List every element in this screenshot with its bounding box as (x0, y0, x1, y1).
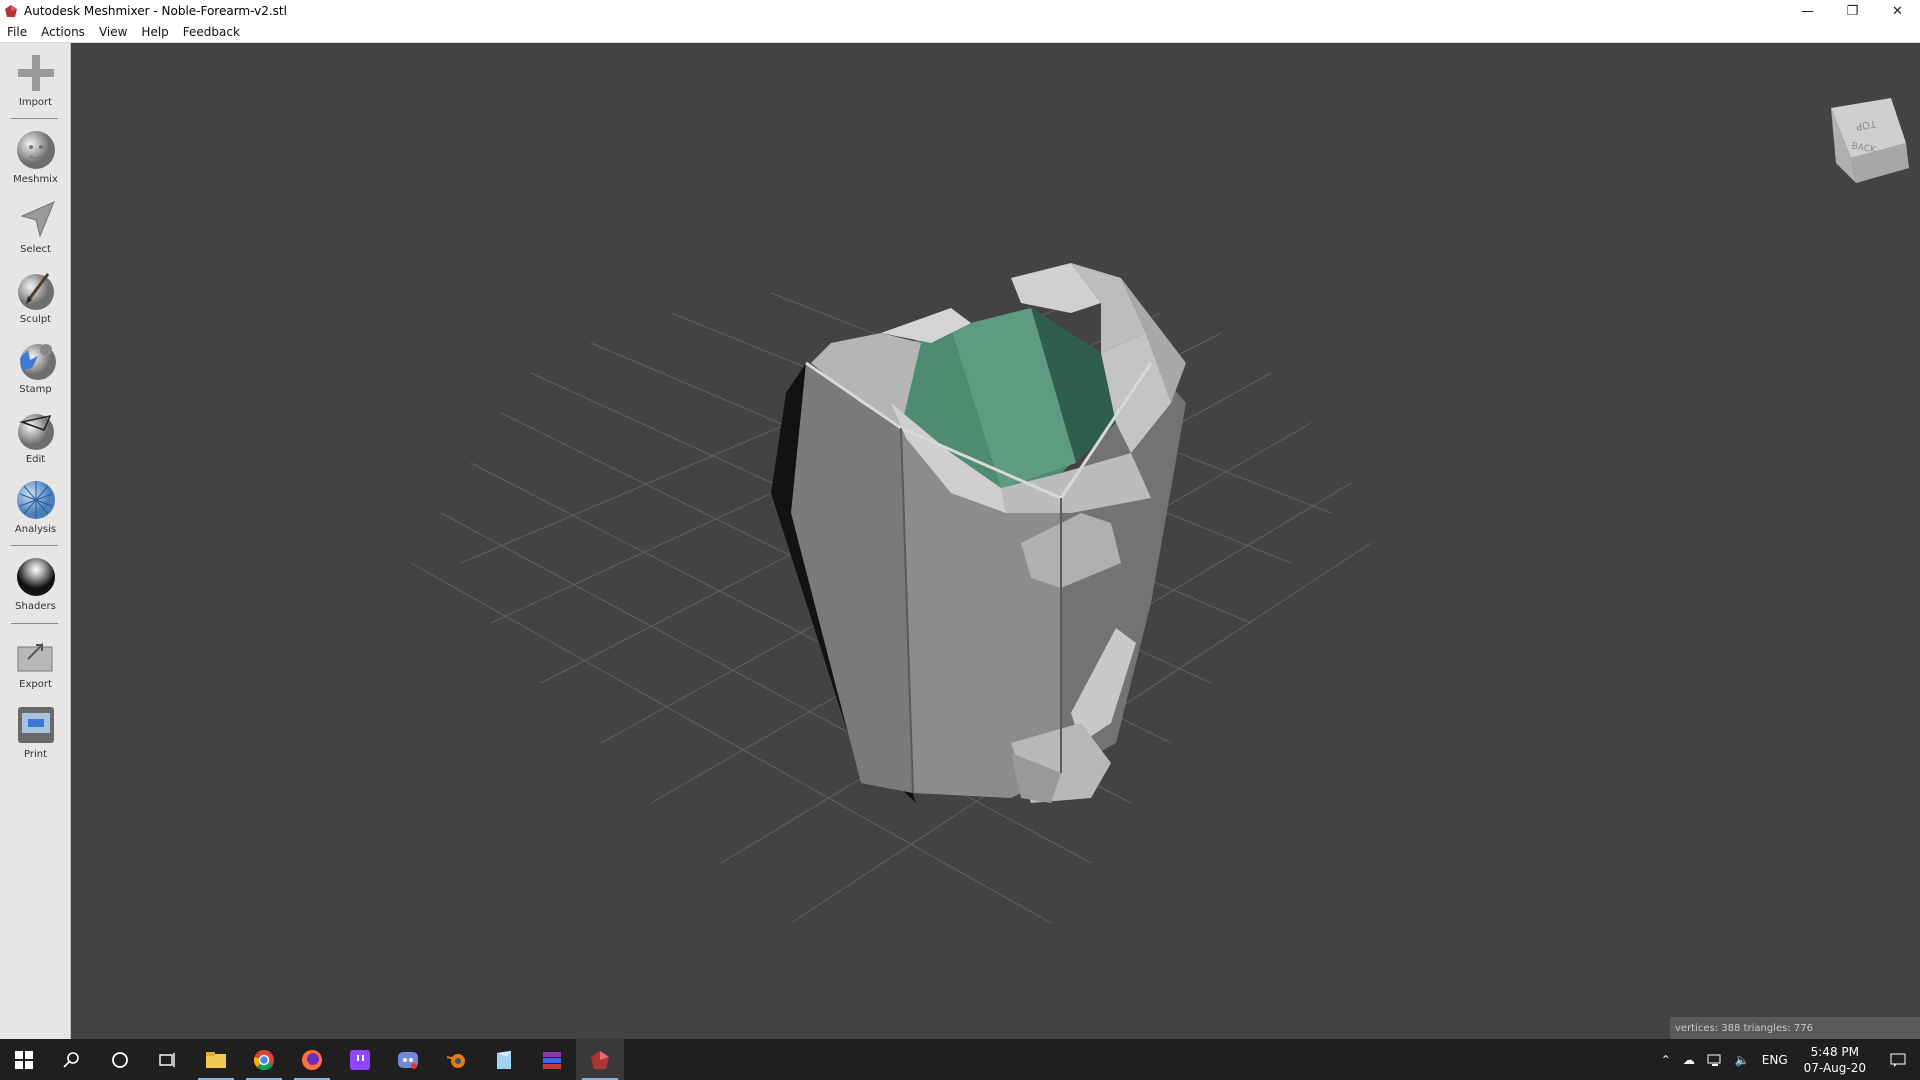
tool-label: Export (19, 679, 52, 690)
menu-bar: File Actions View Help Feedback (0, 22, 1920, 43)
3d-viewport[interactable]: TOP BACK (71, 43, 1920, 1039)
taskbar: ⌃ ☁ 🔈 ENG 5:48 PM 07-Aug-20 (0, 1039, 1920, 1080)
taskbar-winrar[interactable] (528, 1039, 576, 1080)
tool-label: Sculpt (19, 314, 52, 325)
search-icon (63, 1051, 79, 1068)
tool-label: Select (20, 244, 51, 255)
onedrive-icon[interactable]: ☁ (1677, 1053, 1701, 1067)
notification-icon[interactable] (1876, 1052, 1920, 1068)
taskbar-file-explorer[interactable] (192, 1039, 240, 1080)
menu-feedback[interactable]: Feedback (176, 25, 247, 39)
twitch-icon (350, 1049, 370, 1070)
clock-time: 5:48 PM (1810, 1044, 1859, 1059)
scene: TOP BACK (410, 98, 1909, 924)
meshmixer-logo-icon (5, 5, 17, 17)
chrome-icon (254, 1049, 274, 1070)
discord-icon (398, 1051, 418, 1069)
firefox-icon (302, 1049, 322, 1070)
separator (11, 118, 58, 119)
view-cube[interactable]: TOP BACK (1831, 98, 1909, 183)
tray-chevron-icon[interactable]: ⌃ (1655, 1053, 1677, 1067)
menu-actions[interactable]: Actions (34, 25, 92, 39)
tool-meshmix[interactable]: Meshmix (0, 128, 71, 185)
mesh-stats: vertices: 388 triangles: 776 (1670, 1017, 1920, 1039)
taskbar-meshmixer[interactable] (576, 1039, 624, 1080)
tool-sidebar: Import Meshmix Select Sculpt Stamp Edit … (0, 43, 71, 1039)
tool-select[interactable]: Select (0, 198, 71, 255)
winrar-icon (543, 1051, 561, 1069)
tool-import[interactable]: Import (0, 51, 71, 108)
task-view-icon (159, 1052, 175, 1067)
blender-icon (446, 1053, 465, 1068)
tool-edit[interactable]: Edit (0, 408, 71, 465)
taskbar-discord[interactable] (384, 1039, 432, 1080)
title-bar: Autodesk Meshmixer - Noble-Forearm-v2.st… (0, 0, 1920, 22)
tool-label: Analysis (14, 524, 57, 535)
tool-label: Meshmix (13, 174, 58, 185)
meshmix-ball-icon (16, 131, 55, 169)
export-icon (17, 642, 52, 672)
menu-help[interactable]: Help (134, 25, 175, 39)
taskbar-twitch[interactable] (336, 1039, 384, 1080)
meshmixer-icon (591, 1050, 609, 1069)
tool-export[interactable]: Export (0, 633, 71, 690)
notes-icon (497, 1050, 511, 1069)
forearm-mesh (771, 263, 1186, 803)
tool-label: Edit (25, 454, 46, 465)
print-icon (17, 707, 54, 743)
window-title: Autodesk Meshmixer - Noble-Forearm-v2.st… (24, 4, 287, 18)
tool-sculpt[interactable]: Sculpt (0, 268, 71, 325)
taskbar-notes[interactable] (480, 1039, 528, 1080)
language-indicator[interactable]: ENG (1756, 1053, 1794, 1067)
start-button[interactable] (0, 1039, 48, 1080)
close-button[interactable]: ✕ (1875, 0, 1920, 22)
separator (11, 545, 58, 546)
select-arrow-icon (20, 201, 55, 238)
cortana-icon (112, 1051, 128, 1068)
separator (11, 623, 58, 624)
system-tray: ⌃ ☁ 🔈 ENG 5:48 PM 07-Aug-20 (1655, 1039, 1920, 1080)
taskbar-chrome[interactable] (240, 1039, 288, 1080)
clock[interactable]: 5:48 PM 07-Aug-20 (1794, 1044, 1876, 1076)
stamp-icon (19, 344, 56, 380)
tool-label: Print (23, 749, 47, 760)
start-icon (15, 1050, 33, 1069)
edit-sphere-icon (17, 414, 54, 450)
task-view-button[interactable] (144, 1039, 192, 1080)
volume-icon[interactable]: 🔈 (1729, 1053, 1756, 1067)
cortana-button[interactable] (96, 1039, 144, 1080)
menu-file[interactable]: File (0, 25, 34, 39)
search-button[interactable] (48, 1039, 96, 1080)
tool-label: Shaders (15, 601, 56, 612)
tool-shaders[interactable]: Shaders (0, 555, 71, 612)
tool-stamp[interactable]: Stamp (0, 338, 71, 395)
sculpt-brush-icon (17, 273, 54, 310)
file-explorer-icon (206, 1051, 226, 1068)
analysis-sphere-icon (16, 481, 55, 519)
restore-button[interactable]: ❐ (1830, 0, 1875, 22)
menu-view[interactable]: View (92, 25, 134, 39)
minimize-button[interactable]: — (1785, 0, 1830, 22)
taskbar-firefox[interactable] (288, 1039, 336, 1080)
tool-label: Stamp (19, 384, 52, 395)
network-icon[interactable] (1701, 1053, 1729, 1067)
tool-analysis[interactable]: Analysis (0, 478, 71, 535)
clock-date: 07-Aug-20 (1803, 1060, 1866, 1075)
shaders-ball-icon (16, 558, 55, 596)
tool-label: Import (18, 97, 53, 108)
plus-icon (17, 55, 54, 91)
taskbar-blender[interactable] (432, 1039, 480, 1080)
tool-print[interactable]: Print (0, 703, 71, 760)
